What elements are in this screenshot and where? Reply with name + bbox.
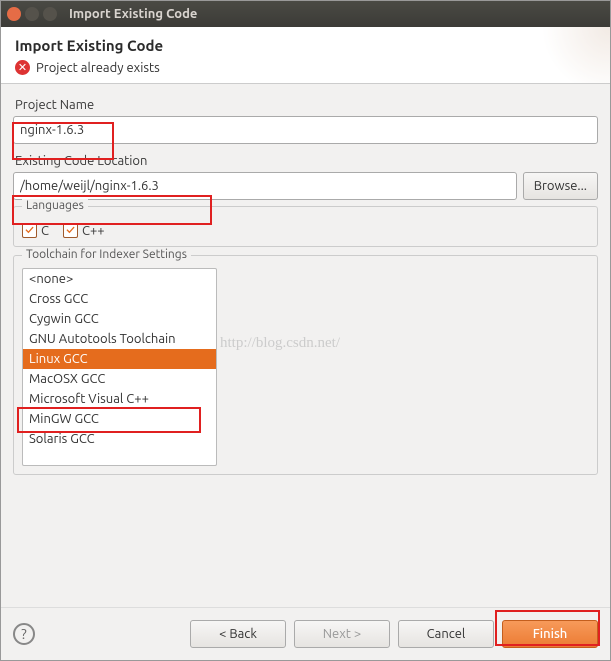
toolchain-item[interactable]: Cygwin GCC xyxy=(23,309,216,329)
existing-location-input[interactable] xyxy=(13,172,517,200)
existing-location-label: Existing Code Location xyxy=(15,154,598,168)
dialog-header: Import Existing Code ✕ Project already e… xyxy=(1,27,610,84)
checkbox-icon xyxy=(22,223,37,238)
dialog-footer: ? < Back Next > Cancel Finish xyxy=(1,607,610,660)
toolchain-item[interactable]: MinGW GCC xyxy=(23,409,216,429)
error-icon: ✕ xyxy=(15,60,30,75)
browse-button[interactable]: Browse... xyxy=(523,172,598,200)
next-button: Next > xyxy=(294,620,390,648)
finish-button[interactable]: Finish xyxy=(502,620,598,648)
language-cpp-checkbox[interactable]: C++ xyxy=(63,223,105,238)
toolchain-item[interactable]: Microsoft Visual C++ xyxy=(23,389,216,409)
maximize-icon[interactable] xyxy=(43,7,57,21)
toolchain-item[interactable]: <none> xyxy=(23,269,216,289)
languages-group-label: Languages xyxy=(22,199,88,212)
toolchain-item[interactable]: MacOSX GCC xyxy=(23,369,216,389)
toolchain-item[interactable]: Linux GCC xyxy=(23,349,216,369)
back-button[interactable]: < Back xyxy=(190,620,286,648)
toolchain-item[interactable]: Solaris GCC xyxy=(23,429,216,449)
window-title: Import Existing Code xyxy=(69,7,197,21)
close-icon[interactable] xyxy=(7,7,21,21)
project-name-input[interactable] xyxy=(13,116,598,144)
language-cpp-label: C++ xyxy=(82,224,105,238)
dialog-window: Import Existing Code Import Existing Cod… xyxy=(0,0,611,661)
toolchain-group: Toolchain for Indexer Settings <none>Cro… xyxy=(13,255,598,475)
project-name-label: Project Name xyxy=(15,98,598,112)
header-decoration xyxy=(500,27,610,83)
titlebar: Import Existing Code xyxy=(1,1,610,27)
checkbox-icon xyxy=(63,223,78,238)
toolchain-item[interactable]: Cross GCC xyxy=(23,289,216,309)
toolchain-group-label: Toolchain for Indexer Settings xyxy=(22,248,191,261)
cancel-button[interactable]: Cancel xyxy=(398,620,494,648)
toolchain-item[interactable]: GNU Autotools Toolchain xyxy=(23,329,216,349)
help-icon[interactable]: ? xyxy=(13,623,35,645)
language-c-checkbox[interactable]: C xyxy=(22,223,49,238)
toolchain-listbox[interactable]: <none>Cross GCCCygwin GCCGNU Autotools T… xyxy=(22,268,217,466)
languages-group: Languages C C++ xyxy=(13,206,598,247)
language-c-label: C xyxy=(41,224,49,238)
dialog-content: Project Name Existing Code Location Brow… xyxy=(1,84,610,607)
error-text: Project already exists xyxy=(36,61,160,75)
minimize-icon[interactable] xyxy=(25,7,39,21)
